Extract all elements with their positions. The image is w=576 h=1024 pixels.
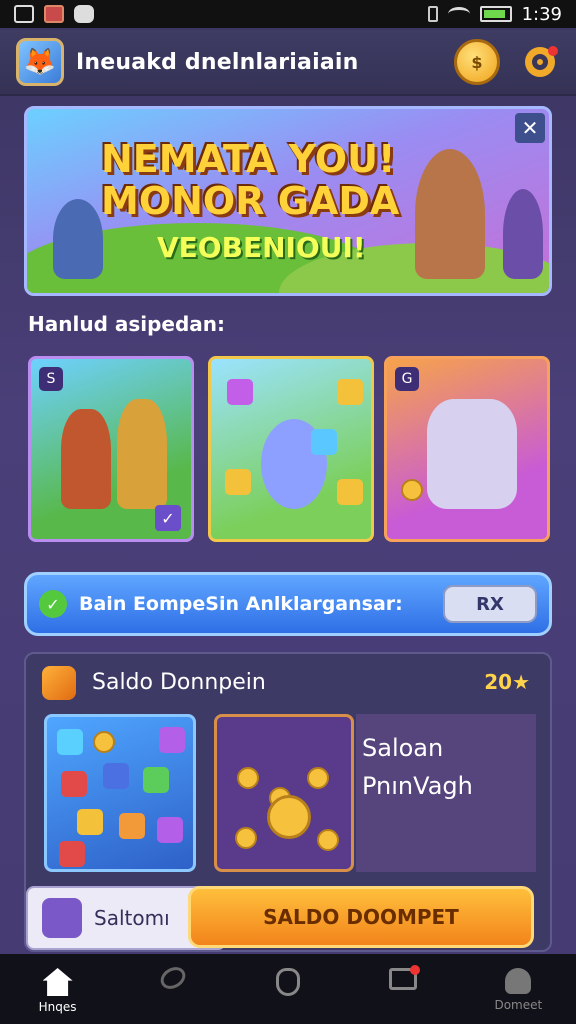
section-title: Hanlud asipedan: bbox=[28, 312, 226, 336]
app-header: 🦊 Ineuakd dnelnlariaiain $ bbox=[0, 30, 576, 96]
app-notification-icon bbox=[44, 5, 64, 23]
gem-block bbox=[159, 727, 185, 753]
battery-level bbox=[483, 10, 506, 18]
coin-icon bbox=[93, 731, 115, 753]
cta-label: SALDO DOOMPET bbox=[263, 905, 459, 929]
tile-label-2: PnınVagh bbox=[362, 772, 473, 800]
game-card-machine[interactable]: G bbox=[384, 356, 550, 542]
notification-icon bbox=[14, 5, 34, 23]
shield-icon bbox=[275, 968, 300, 996]
smiley-coin bbox=[267, 795, 311, 839]
app-title: Ineuakd dnelnlariaiain bbox=[76, 49, 359, 75]
gem-block bbox=[143, 767, 169, 793]
promo-text: Bain EompeSin Anlklargansar: bbox=[79, 593, 403, 615]
bluetooth-icon bbox=[427, 6, 438, 22]
promo-bar[interactable]: ✓ Bain EompeSin Anlklargansar: RX bbox=[24, 572, 552, 636]
tab-label: Domeet bbox=[494, 998, 543, 1012]
game-card-heroes[interactable]: S ✓ bbox=[28, 356, 194, 542]
tab-shield[interactable] bbox=[243, 968, 333, 996]
hero-headline-1: NEMATA YOU! bbox=[101, 137, 396, 181]
tab-messages[interactable] bbox=[358, 965, 448, 990]
link-icon bbox=[156, 962, 190, 994]
saldo-cta-button[interactable]: SALDO DOOMPET bbox=[188, 886, 534, 948]
coins-button[interactable]: $ bbox=[454, 39, 500, 85]
gem-block bbox=[119, 813, 145, 839]
coin-icon bbox=[237, 767, 259, 789]
game-card-robot[interactable] bbox=[208, 356, 374, 542]
coin-icon bbox=[401, 479, 423, 501]
gem-block bbox=[225, 469, 251, 495]
hero-banner[interactable]: NEMATA YOU! MONOR GADA VEOBENIOUI! ✕ bbox=[24, 106, 552, 296]
hero-figure-1 bbox=[61, 409, 111, 509]
coin-icon bbox=[317, 829, 339, 851]
tab-link[interactable] bbox=[128, 962, 218, 994]
gem-block bbox=[311, 429, 337, 455]
wifi-icon bbox=[447, 7, 470, 21]
gem-block bbox=[103, 763, 129, 789]
bottom-card-label: Saltomı bbox=[94, 906, 170, 930]
close-icon: ✕ bbox=[521, 116, 539, 140]
card-badge: S bbox=[39, 367, 63, 391]
panel-score: 20★ bbox=[484, 670, 530, 694]
card-badge: G bbox=[395, 367, 419, 391]
check-circle-icon: ✓ bbox=[39, 590, 67, 618]
gem-block bbox=[77, 809, 103, 835]
user-icon bbox=[505, 968, 532, 994]
check-icon: ✓ bbox=[155, 505, 181, 531]
settings-button[interactable] bbox=[520, 42, 560, 82]
gem-block bbox=[59, 841, 85, 867]
gem-block bbox=[337, 379, 363, 405]
tab-home[interactable]: Hnqes bbox=[13, 968, 103, 1014]
close-banner-button[interactable]: ✕ bbox=[515, 113, 545, 143]
battery-icon bbox=[479, 6, 512, 22]
panel-gem-icon bbox=[42, 666, 76, 700]
hero-character-adventurer bbox=[415, 149, 485, 279]
gem-block bbox=[57, 729, 83, 755]
coin-icon bbox=[235, 827, 257, 849]
hero-character-right bbox=[503, 189, 543, 279]
notification-dot bbox=[410, 965, 421, 975]
coin-icon bbox=[307, 767, 329, 789]
notification-dot bbox=[548, 46, 558, 56]
hero-character-left bbox=[53, 199, 103, 279]
gem-block bbox=[227, 379, 253, 405]
mascot-icon: 🦊 bbox=[23, 47, 57, 77]
tab-label: Hnqes bbox=[38, 1000, 77, 1014]
coin-icon: $ bbox=[471, 52, 483, 72]
status-bar: 1:39 bbox=[0, 0, 576, 28]
app-logo[interactable]: 🦊 bbox=[16, 38, 64, 86]
gem-block bbox=[157, 817, 183, 843]
tile-label-1: Saloan bbox=[362, 734, 444, 762]
hero-subheadline: VEOBENIOUI! bbox=[157, 231, 366, 264]
cat-notification-icon bbox=[74, 5, 94, 23]
promo-pill-label: RX bbox=[476, 593, 504, 615]
promo-action-button[interactable]: RX bbox=[443, 585, 537, 623]
machine-figure bbox=[427, 399, 517, 509]
clock: 1:39 bbox=[521, 3, 562, 25]
gem-block bbox=[61, 771, 87, 797]
panel-title: Saldo Donnpein bbox=[92, 670, 266, 695]
hero-headline-2: MONOR GADA bbox=[101, 179, 400, 223]
tab-profile[interactable]: Domeet bbox=[473, 968, 563, 1012]
status-indicators: 1:39 bbox=[427, 3, 562, 25]
avatar bbox=[42, 898, 82, 938]
home-icon bbox=[42, 968, 73, 996]
gem-block bbox=[337, 479, 363, 505]
mail-icon bbox=[389, 965, 421, 990]
status-notifications bbox=[14, 5, 94, 23]
coin-tile[interactable] bbox=[214, 714, 354, 872]
bottom-tab-bar: Hnqes Domeet bbox=[0, 954, 576, 1024]
puzzle-tile[interactable] bbox=[44, 714, 196, 872]
hero-figure-2 bbox=[117, 399, 167, 509]
